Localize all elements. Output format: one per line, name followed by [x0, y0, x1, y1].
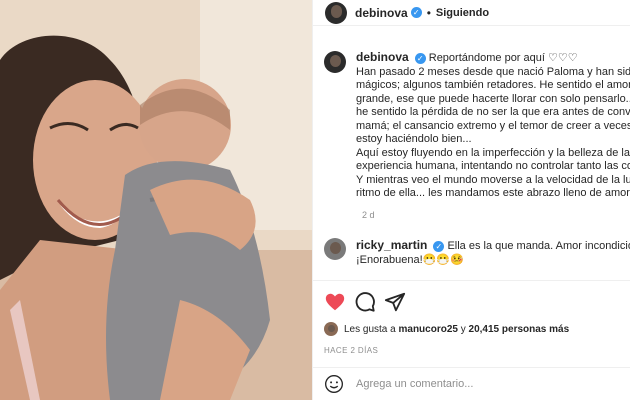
caption-author-avatar[interactable]: [324, 51, 346, 73]
commenter-username[interactable]: ricky_martin: [356, 238, 427, 252]
separator-dot: •: [426, 5, 431, 20]
caption-age[interactable]: 2 d: [362, 210, 375, 220]
comment-line: Ella es la que manda. Amor incondicional…: [447, 240, 630, 252]
caption-line: Han pasado 2 meses desde que nació Palom…: [356, 65, 630, 78]
share-icon[interactable]: [384, 291, 406, 313]
caption-line: experiencia humana, intentando no contro…: [356, 160, 630, 172]
caption-line: Aquí estoy fluyendo en la imperfección y…: [356, 146, 630, 159]
add-comment-bar: Agrega un comentario...: [312, 367, 630, 400]
action-bar: [312, 280, 630, 320]
following-button[interactable]: Siguiendo: [436, 7, 489, 19]
caption-line: estoy haciéndolo bien...: [356, 133, 472, 145]
comment-input[interactable]: Agrega un comentario...: [356, 378, 473, 390]
liker-avatar[interactable]: [324, 322, 338, 336]
caption-text: debinova ✓ Reportándome por aquí ♡♡♡ Han …: [356, 50, 630, 201]
comment-line: ¡Enorabuena!😷😷🤒: [356, 254, 464, 266]
author-username[interactable]: debinova: [355, 6, 408, 20]
caption-line: he sentido la pérdida de no ser la que e…: [356, 106, 630, 118]
likes-summary: Les gusta a manucoro25 y 20,415 personas…: [324, 322, 569, 336]
likes-count[interactable]: 20,415 personas más: [469, 324, 570, 335]
caption-line: mágicos; algunos también retadores. He s…: [356, 79, 630, 91]
post-header: debinova ✓ • Siguiendo: [313, 0, 630, 26]
comment-icon[interactable]: [354, 291, 376, 313]
caption-line: mamá; el cansancio extremo y el temor de…: [356, 119, 630, 132]
post-photo: [0, 0, 312, 400]
caption-line: Reportándome por aquí ♡♡♡: [428, 52, 578, 64]
caption-line: ritmo de ella... les mandamos este abraz…: [356, 187, 630, 199]
caption-line: grande, ese que puede hacerte llorar con…: [356, 92, 630, 105]
photo-illustration: [0, 0, 312, 400]
liker-username[interactable]: manucoro25: [399, 324, 458, 335]
post-caption: debinova ✓ Reportándome por aquí ♡♡♡ Han …: [324, 50, 630, 201]
verified-badge-icon: ✓: [433, 240, 445, 252]
verified-badge-icon: ✓: [414, 52, 426, 64]
emoji-icon[interactable]: [324, 374, 344, 394]
comment-text: ricky_martin ✓ Ella es la que manda. Amor…: [356, 238, 630, 267]
author-avatar[interactable]: [325, 1, 347, 24]
verified-badge-icon: ✓: [410, 7, 422, 18]
heart-icon[interactable]: [324, 291, 346, 313]
likes-middle: y: [460, 323, 466, 335]
likes-prefix: Les gusta a: [344, 323, 396, 335]
comment-item: ricky_martin ✓ Ella es la que manda. Amor…: [324, 238, 630, 267]
post-timestamp[interactable]: HACE 2 DÍAS: [324, 346, 378, 355]
caption-username[interactable]: debinova: [356, 50, 409, 64]
commenter-avatar[interactable]: [324, 238, 346, 260]
caption-line: Y mientras veo el mundo moverse a la vel…: [356, 173, 630, 186]
